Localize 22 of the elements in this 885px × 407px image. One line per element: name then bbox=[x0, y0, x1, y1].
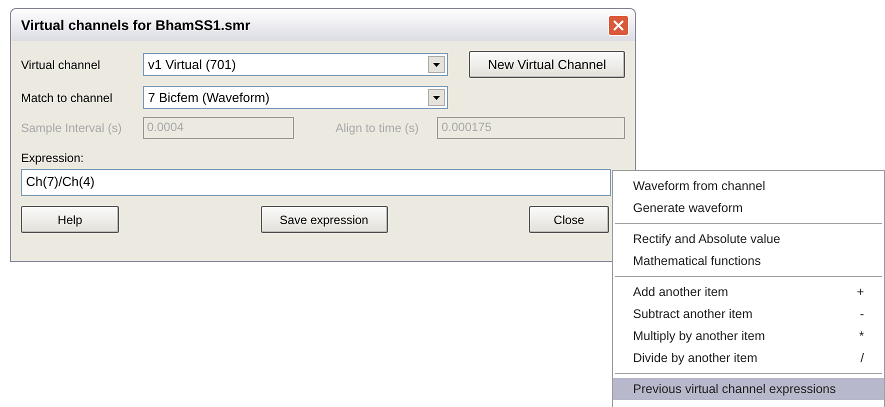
help-button[interactable]: Help bbox=[21, 206, 119, 233]
virtual-channel-dropdown[interactable]: v1 Virtual (701) bbox=[143, 53, 448, 76]
match-channel-label: Match to channel bbox=[21, 90, 114, 104]
menu-item[interactable]: Previous virtual channel expressions bbox=[613, 378, 884, 400]
menu-item[interactable]: Mathematical functions bbox=[613, 250, 884, 272]
menu-item[interactable]: Generate waveform bbox=[613, 197, 884, 219]
window-title: Virtual channels for BhamSS1.smr bbox=[21, 17, 250, 33]
close-icon[interactable] bbox=[608, 14, 629, 36]
align-to-time-label: Align to time (s) bbox=[335, 121, 420, 135]
virtual-channel-label: Virtual channel bbox=[21, 58, 102, 72]
match-channel-dropdown[interactable]: 7 Bicfem (Waveform) bbox=[143, 86, 448, 109]
menu-item[interactable]: Rectify and Absolute value bbox=[613, 228, 884, 250]
menu-item[interactable]: Subtract another item - bbox=[613, 303, 884, 325]
save-expression-button[interactable]: Save expression bbox=[260, 206, 388, 233]
close-button[interactable]: Close bbox=[529, 206, 609, 233]
menu-item[interactable]: Waveform from channel bbox=[613, 175, 884, 197]
menu-item[interactable]: Multiply by another item * bbox=[613, 325, 884, 347]
new-virtual-channel-button[interactable]: New Virtual Channel bbox=[469, 51, 625, 78]
expression-label: Expression: bbox=[21, 151, 85, 165]
menu-item[interactable]: Divide by another item / bbox=[613, 347, 884, 369]
expression-field[interactable]: Ch(7)/Ch(4) bbox=[21, 169, 611, 196]
menu-item[interactable]: Add another item + bbox=[613, 281, 884, 303]
